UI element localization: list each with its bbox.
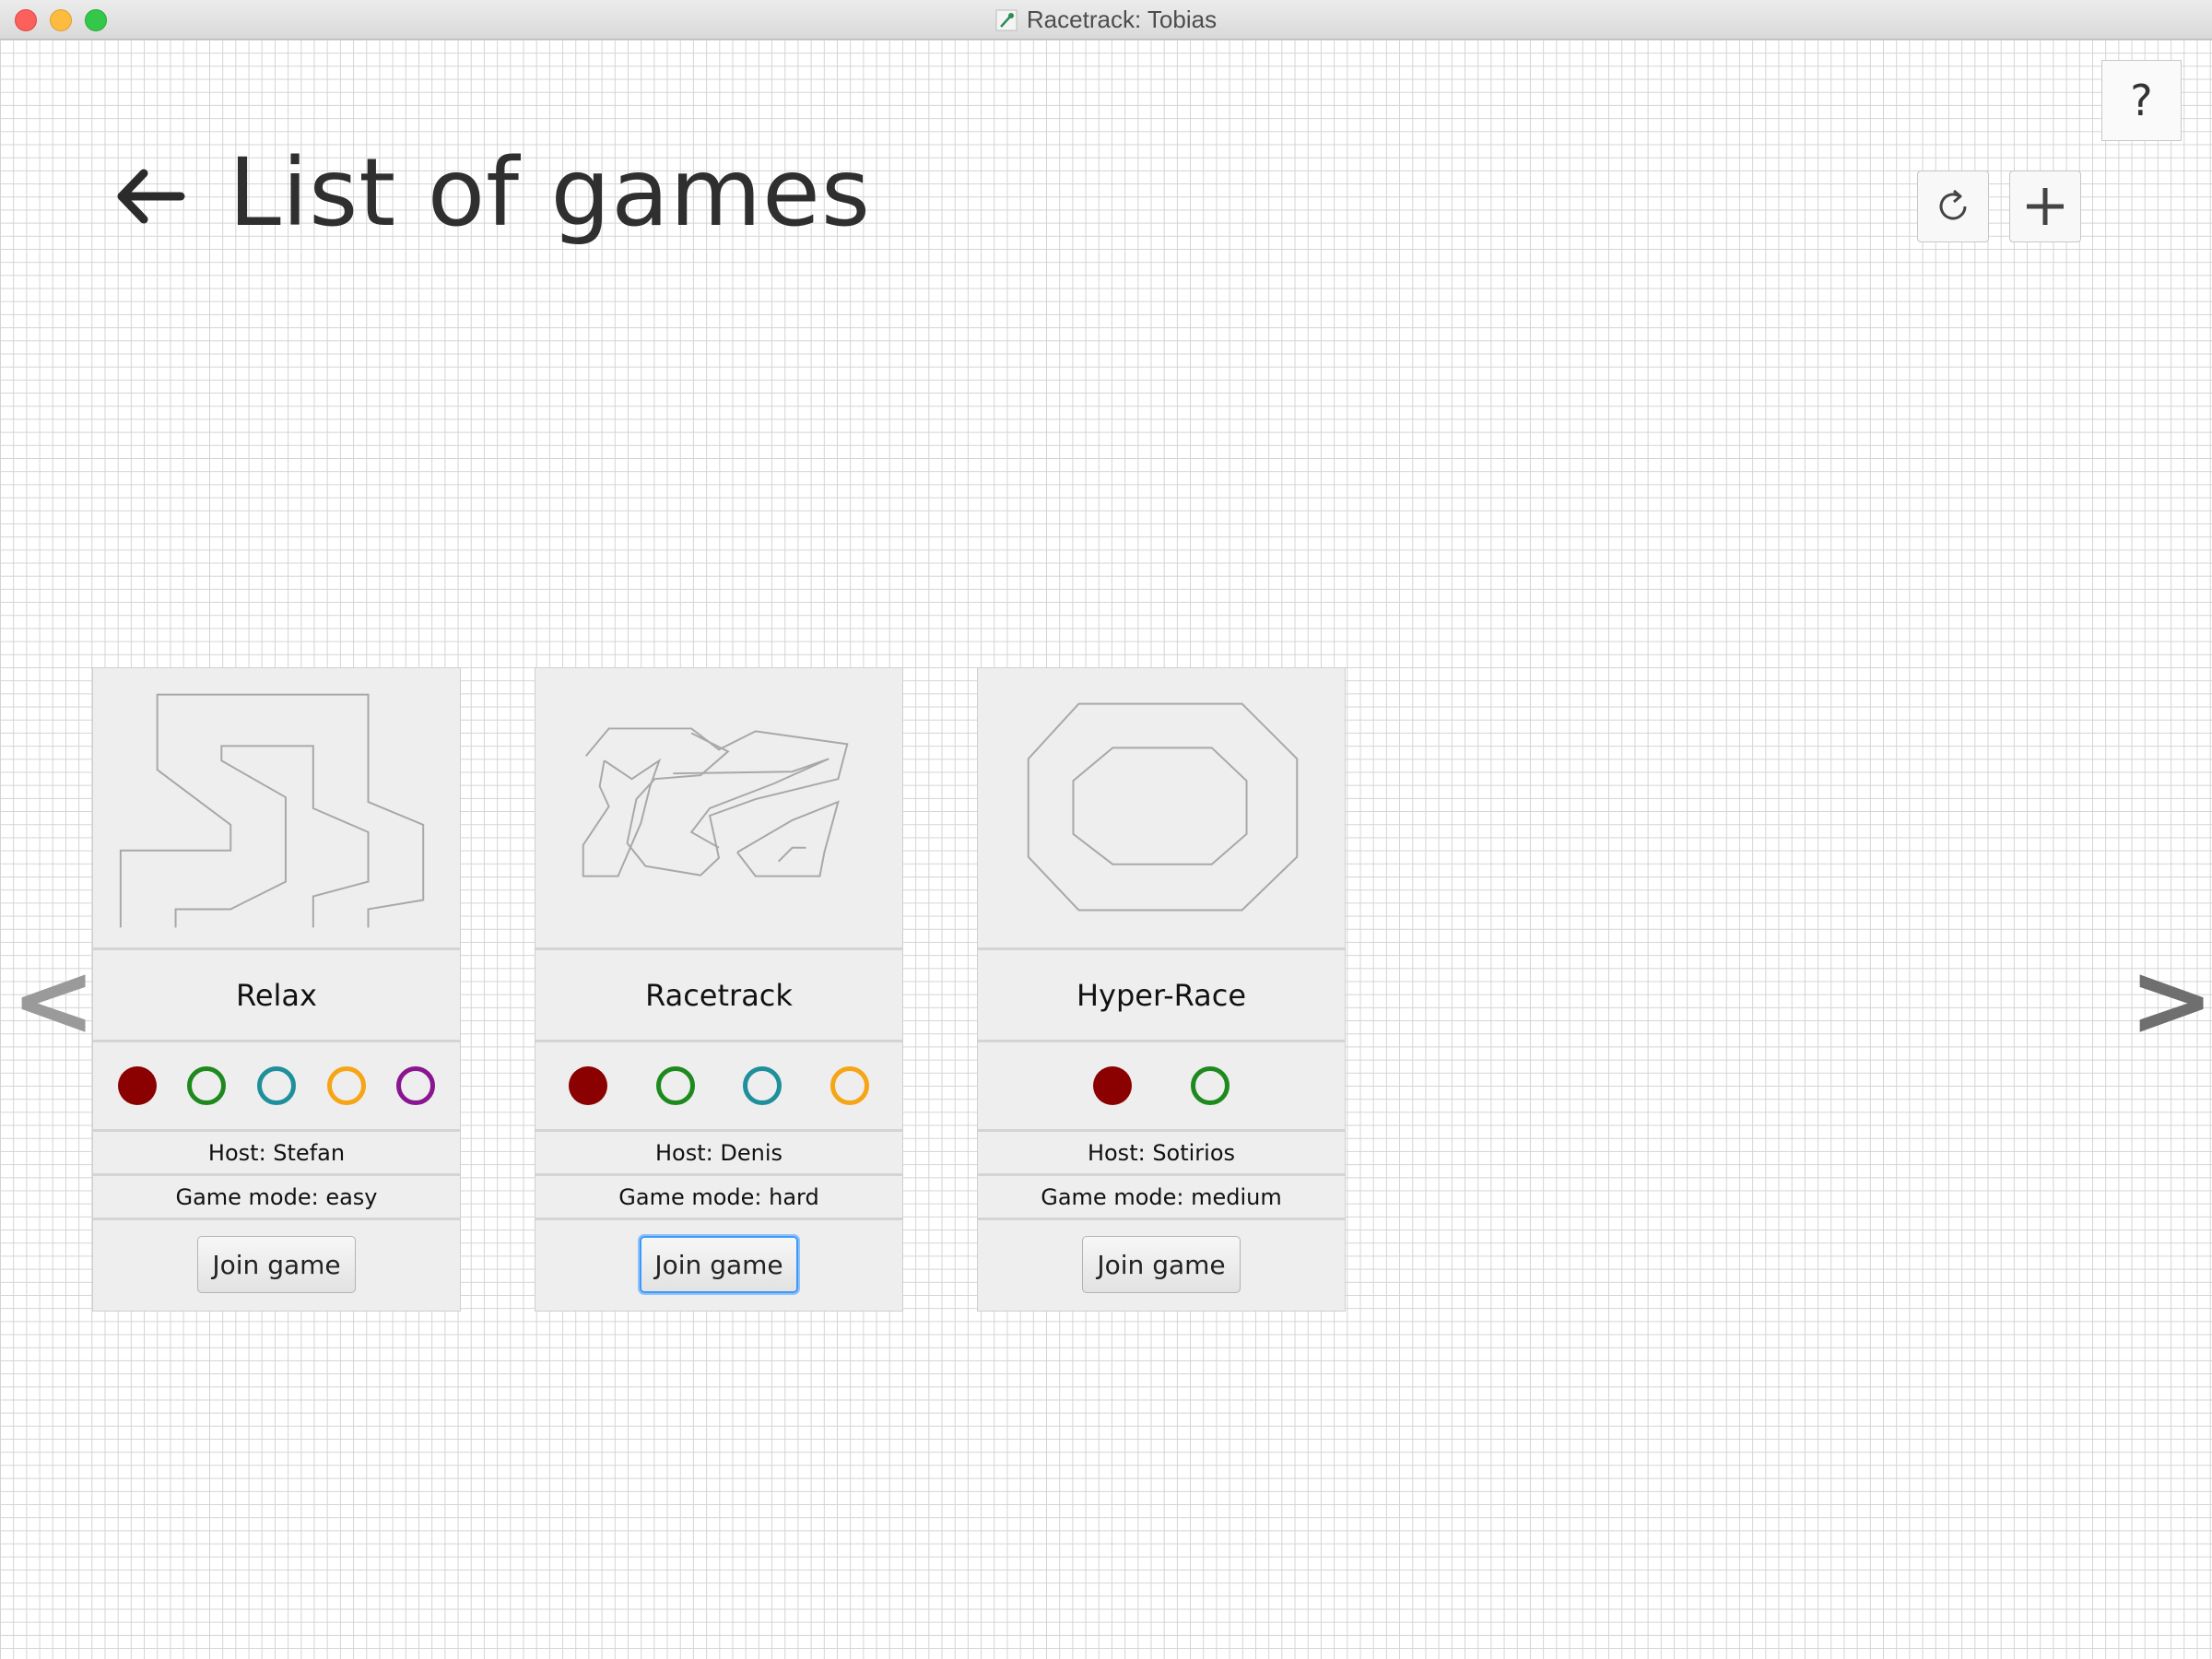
game-host: Host: Sotirios [978, 1132, 1345, 1176]
player-slot-green-open [1191, 1066, 1230, 1105]
join-game-button[interactable]: Join game [1082, 1236, 1241, 1293]
join-game-button[interactable]: Join game [197, 1236, 356, 1293]
refresh-icon [1939, 189, 1967, 220]
track-preview [535, 668, 902, 950]
track-preview [978, 668, 1345, 950]
game-card-relax: Relax Host: Stefan Game mode: easy Join … [92, 667, 461, 1312]
player-slot-red-filled [117, 1066, 157, 1105]
previous-page-button[interactable]: < [11, 949, 96, 1051]
game-name: Relax [93, 950, 460, 1042]
window-title-area: Racetrack: Tobias [0, 0, 2212, 40]
arrow-left-icon[interactable] [112, 164, 186, 229]
join-game-button[interactable]: Join game [640, 1236, 798, 1293]
player-slot-orange-open [830, 1066, 869, 1105]
player-slot-red-filled [1092, 1066, 1132, 1105]
player-slot-teal-open [256, 1066, 296, 1105]
page-title: List of games [229, 138, 871, 248]
game-card-racetrack: Racetrack Host: Denis Game mode: hard Jo… [535, 667, 903, 1312]
window-titlebar: Racetrack: Tobias [0, 0, 2212, 40]
game-card-hyper-race: Hyper-Race Host: Sotirios Game mode: med… [977, 667, 1346, 1312]
player-slots [93, 1042, 460, 1132]
game-mode: Game mode: medium [978, 1176, 1345, 1220]
help-label: ? [2130, 76, 2153, 125]
player-slot-green-open [655, 1066, 695, 1105]
player-slots [535, 1042, 902, 1132]
game-name: Hyper-Race [978, 950, 1345, 1042]
game-mode: Game mode: easy [93, 1176, 460, 1220]
player-slot-red-filled [569, 1066, 608, 1105]
window-title: Racetrack: Tobias [1026, 6, 1218, 33]
track-map-hyper-race [1027, 702, 1299, 912]
next-page-button[interactable]: > [2129, 949, 2212, 1051]
track-preview [93, 668, 460, 950]
game-host: Host: Stefan [93, 1132, 460, 1176]
game-host: Host: Denis [535, 1132, 902, 1176]
refresh-button[interactable] [1917, 171, 1989, 242]
player-slot-green-open [187, 1066, 227, 1105]
track-map-racetrack [582, 727, 849, 877]
help-button[interactable]: ? [2101, 60, 2182, 141]
game-mode: Game mode: hard [535, 1176, 902, 1220]
player-slot-purple-open [396, 1066, 436, 1105]
app-icon [995, 9, 1018, 30]
player-slot-orange-open [326, 1066, 366, 1105]
game-name: Racetrack [535, 950, 902, 1042]
player-slot-teal-open [743, 1066, 782, 1105]
add-game-button[interactable] [2009, 171, 2081, 242]
track-map-relax [119, 693, 425, 928]
plus-icon [2027, 188, 2064, 225]
player-slots [978, 1042, 1345, 1132]
